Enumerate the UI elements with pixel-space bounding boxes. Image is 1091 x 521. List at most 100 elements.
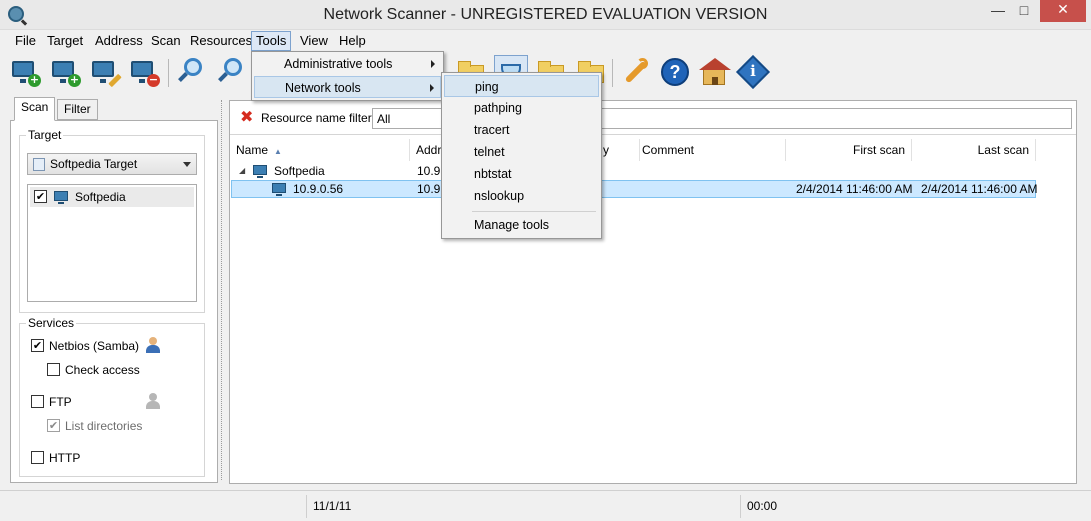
target-select[interactable]: Softpedia Target bbox=[27, 153, 197, 175]
window-title: Network Scanner - UNREGISTERED EVALUATIO… bbox=[323, 6, 768, 23]
netbios-checkbox[interactable]: ✔ bbox=[31, 339, 44, 352]
target-item-label: Softpedia bbox=[75, 190, 126, 204]
settings-button[interactable] bbox=[618, 55, 652, 89]
results-panel: ✖ Resource name filter All Name ▲ Addr y … bbox=[229, 100, 1077, 484]
menu-tools[interactable]: Tools bbox=[251, 31, 292, 51]
menu-item-nslookup[interactable]: nslookup bbox=[444, 185, 599, 207]
filter-label: Resource name filter bbox=[261, 111, 372, 125]
menu-view[interactable]: View bbox=[296, 32, 332, 50]
netbios-user-icon[interactable] bbox=[146, 337, 160, 353]
column-last-scan[interactable]: Last scan bbox=[912, 139, 1036, 161]
remove-button[interactable]: − bbox=[128, 55, 162, 89]
menu-scan[interactable]: Scan bbox=[147, 32, 185, 50]
column-comment[interactable]: Comment bbox=[636, 139, 786, 161]
check-access-checkbox[interactable] bbox=[47, 363, 60, 376]
menu-target[interactable]: Target bbox=[43, 32, 87, 50]
selection-highlight bbox=[231, 180, 1036, 198]
wrench-head-icon bbox=[637, 58, 648, 69]
sort-ascending-icon: ▲ bbox=[274, 147, 282, 156]
collapse-arrow-icon[interactable]: ◢ bbox=[239, 162, 245, 180]
row-last-scan: 2/4/2014 11:46:00 AM bbox=[921, 182, 1038, 196]
minus-icon: − bbox=[147, 73, 160, 87]
target-group-label: Target bbox=[26, 128, 64, 142]
row-first-scan: 2/4/2014 11:46:00 AM bbox=[796, 182, 913, 196]
column-type-label: y bbox=[603, 143, 609, 157]
menu-bar: File Target Address Scan Resources Tools… bbox=[0, 30, 1091, 51]
ftp-label: FTP bbox=[49, 395, 72, 409]
status-time: 00:00 bbox=[740, 495, 1086, 518]
scan-panel: Scan Filter Target Softpedia Target ✔ So… bbox=[10, 97, 218, 483]
add-target-button[interactable]: + bbox=[9, 55, 43, 89]
splitter-handle[interactable] bbox=[221, 100, 223, 480]
menu-item-nbtstat[interactable]: nbtstat bbox=[444, 163, 599, 185]
row-name: Softpedia bbox=[274, 164, 325, 178]
menu-item-label: Administrative tools bbox=[284, 57, 393, 71]
ftp-checkbox[interactable] bbox=[31, 395, 44, 408]
tab-scan[interactable]: Scan bbox=[14, 97, 56, 121]
menu-item-network-tools[interactable]: Network tools bbox=[254, 76, 441, 98]
ftp-user-icon bbox=[146, 393, 160, 409]
row-name: 10.9.0.56 bbox=[293, 182, 344, 196]
menu-help[interactable]: Help bbox=[335, 32, 370, 50]
monitor-icon bbox=[92, 61, 114, 83]
tab-filter[interactable]: Filter bbox=[57, 99, 98, 120]
magnifier-handle-icon bbox=[178, 72, 188, 82]
table-row[interactable]: ◢ Softpedia 10.9 bbox=[230, 162, 1076, 180]
tools-menu: Administrative tools Network tools bbox=[251, 51, 444, 101]
target-list-icon bbox=[33, 158, 45, 171]
maximize-button[interactable]: □ bbox=[1011, 0, 1037, 22]
clear-filter-icon[interactable]: ✖ bbox=[240, 109, 253, 125]
services-group-label: Services bbox=[26, 316, 77, 330]
help-icon: ? bbox=[661, 58, 689, 86]
network-tools-menu: ping pathping tracert telnet nbtstat nsl… bbox=[441, 72, 602, 239]
list-directories-checkbox: ✔ bbox=[47, 419, 60, 432]
services-group: Services ✔ Netbios (Samba) Check access … bbox=[19, 316, 205, 477]
menu-item-pathping[interactable]: pathping bbox=[444, 97, 599, 119]
menu-item-label: Network tools bbox=[285, 81, 361, 95]
menu-item-administrative-tools[interactable]: Administrative tools bbox=[254, 53, 441, 75]
list-directories-label: List directories bbox=[65, 419, 143, 433]
menu-item-manage-tools[interactable]: Manage tools bbox=[444, 214, 599, 236]
http-checkbox[interactable] bbox=[31, 451, 44, 464]
menu-item-ping[interactable]: ping bbox=[444, 75, 599, 97]
netbios-label: Netbios (Samba) bbox=[49, 339, 140, 353]
plus-icon: + bbox=[28, 73, 41, 87]
column-name[interactable]: Name ▲ bbox=[230, 139, 410, 161]
target-checkbox[interactable]: ✔ bbox=[34, 190, 47, 203]
scan-tab-body: Target Softpedia Target ✔ Softpedia Serv… bbox=[10, 120, 218, 483]
computer-icon bbox=[272, 183, 286, 196]
menu-item-telnet[interactable]: telnet bbox=[444, 141, 599, 163]
column-name-label: Name bbox=[236, 143, 269, 157]
close-button[interactable]: ✕ bbox=[1040, 0, 1086, 22]
help-button[interactable]: ? bbox=[658, 55, 692, 89]
list-item[interactable]: ✔ Softpedia bbox=[30, 187, 194, 207]
menu-address[interactable]: Address bbox=[91, 32, 147, 50]
column-first-scan[interactable]: First scan bbox=[786, 139, 912, 161]
scan-button[interactable] bbox=[174, 55, 208, 89]
target-group: Target Softpedia Target ✔ Softpedia bbox=[19, 128, 205, 313]
target-list[interactable]: ✔ Softpedia bbox=[27, 184, 197, 302]
menu-resources[interactable]: Resources bbox=[186, 32, 256, 50]
toolbar-separator bbox=[168, 59, 169, 87]
info-button[interactable]: i bbox=[736, 55, 770, 89]
rescan-button[interactable] bbox=[214, 55, 248, 89]
minimize-button[interactable]: — bbox=[985, 0, 1011, 22]
menu-file[interactable]: File bbox=[11, 32, 40, 50]
submenu-arrow-icon bbox=[431, 60, 435, 68]
check-access-label: Check access bbox=[65, 363, 140, 377]
menu-item-tracert[interactable]: tracert bbox=[444, 119, 599, 141]
add-address-button[interactable]: + bbox=[49, 55, 83, 89]
submenu-arrow-icon bbox=[430, 84, 434, 92]
edit-button[interactable] bbox=[89, 55, 123, 89]
http-label: HTTP bbox=[49, 451, 81, 465]
table-row[interactable]: 10.9.0.56 10.9 2/4/2014 11:46:00 AM 2/4/… bbox=[230, 180, 1076, 198]
computer-icon bbox=[54, 191, 68, 204]
row-address: 10.9 bbox=[417, 182, 441, 196]
home-icon bbox=[699, 58, 731, 85]
filter-bar: ✖ Resource name filter All bbox=[230, 101, 1076, 135]
home-button[interactable] bbox=[697, 55, 731, 89]
info-glyph: i bbox=[750, 62, 756, 80]
filter-value: All bbox=[377, 112, 391, 126]
menu-separator bbox=[472, 211, 596, 212]
title-bar: Network Scanner - UNREGISTERED EVALUATIO… bbox=[0, 0, 1091, 30]
